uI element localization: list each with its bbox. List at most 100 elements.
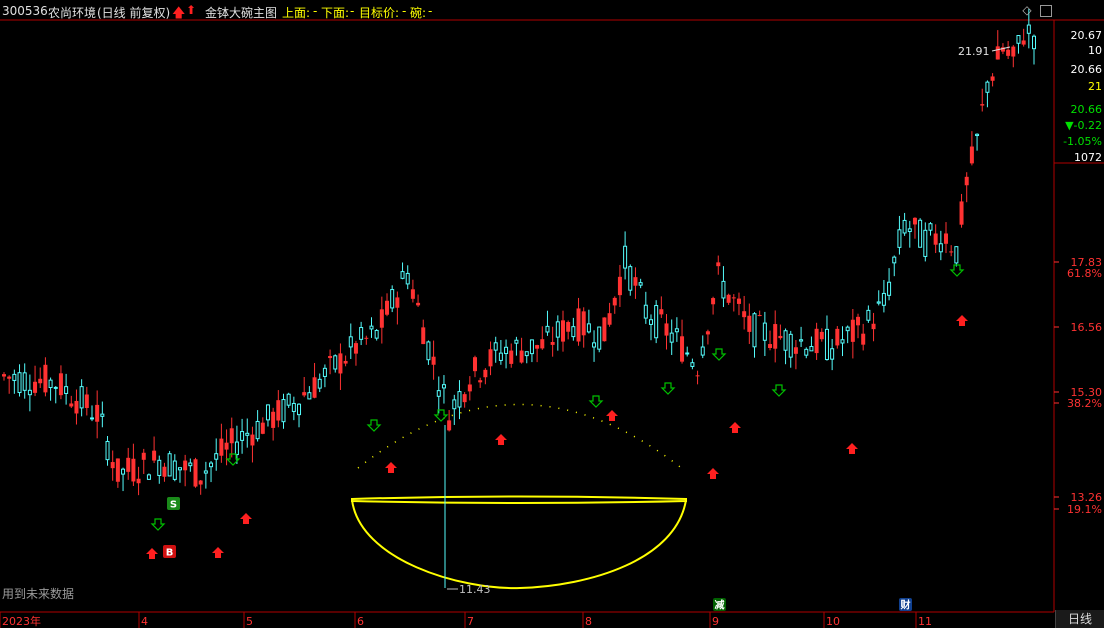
candle-body	[592, 342, 597, 348]
candle-body	[742, 311, 747, 318]
candle-body	[612, 297, 617, 306]
candle-body	[700, 346, 705, 356]
candle-body	[416, 302, 421, 306]
candle-body	[819, 331, 824, 340]
candle-body	[193, 459, 198, 487]
bowl-rim	[351, 495, 687, 504]
price-axis-label: 21	[1088, 80, 1102, 93]
price-axis-label: 20.67	[1071, 29, 1103, 42]
price-axis-label: 1072	[1074, 151, 1102, 164]
time-axis-label: 4	[141, 615, 148, 628]
buy-signal-icon	[846, 443, 858, 454]
candle-body	[912, 217, 917, 225]
candle-body	[229, 428, 234, 444]
candle-body	[757, 315, 762, 317]
candle-body	[623, 245, 628, 269]
candle-body	[302, 392, 307, 396]
candle-body	[395, 297, 400, 308]
buy-signal-icon	[212, 547, 224, 558]
candle-body	[576, 308, 581, 342]
candle-body	[379, 309, 384, 328]
diamond-icon[interactable]: ◇	[1020, 3, 1034, 17]
candle-body	[540, 339, 545, 349]
sell-signal-icon	[771, 384, 787, 397]
candle-body	[307, 392, 312, 400]
candle-body	[53, 386, 58, 389]
candle-body	[426, 341, 431, 361]
candle-body	[607, 313, 612, 325]
candle-body	[271, 411, 276, 428]
candle-body	[27, 389, 32, 396]
candle-body	[198, 480, 203, 485]
candle-body	[959, 201, 964, 225]
time-axis-label: 6	[357, 615, 364, 628]
candle-body	[467, 384, 472, 392]
candle-body	[902, 219, 907, 234]
candle-body	[524, 351, 529, 357]
candle-body	[995, 46, 1000, 60]
candle-body	[441, 384, 446, 389]
candle-body	[224, 442, 229, 450]
time-axis-label: 2023年	[2, 614, 41, 628]
sell-signal-icon	[150, 518, 166, 531]
candle-body	[276, 400, 281, 421]
tab-daily[interactable]: 日线	[1055, 610, 1104, 628]
candle-body	[907, 228, 912, 233]
candle-body	[390, 289, 395, 309]
candle-body	[328, 356, 333, 359]
candle-body	[359, 327, 364, 340]
candle-body	[250, 434, 255, 446]
candle-body	[871, 323, 876, 330]
kline-chart[interactable]: 20.671020.662120.66▼-0.22-1.05%107217.83…	[0, 0, 1104, 628]
candle-body	[721, 280, 726, 299]
upper-value: -	[313, 4, 318, 18]
candle-body	[830, 348, 835, 360]
candle-body	[219, 438, 224, 456]
candle-body	[431, 356, 436, 365]
indicator-name[interactable]: 金钵大碗主图	[205, 4, 277, 21]
candle-body	[736, 298, 741, 304]
candle-body	[705, 331, 710, 335]
candle-body	[680, 336, 685, 362]
candle-body	[918, 219, 923, 248]
candle-body	[519, 350, 524, 363]
candle-body	[105, 440, 110, 461]
candle-body	[89, 417, 94, 420]
price-axis-label: 10	[1088, 44, 1102, 57]
candle-body	[2, 374, 6, 377]
candle-body	[203, 470, 208, 474]
candle-body	[385, 300, 390, 315]
candle-body	[265, 404, 270, 421]
candle-body	[980, 104, 985, 106]
candle-body	[804, 348, 809, 356]
price-axis-label: 38.2%	[1067, 397, 1102, 410]
candle-body	[897, 229, 902, 248]
candle-body	[493, 342, 498, 351]
time-axis-label: 9	[712, 615, 719, 628]
candle-body	[933, 233, 938, 245]
candle-body	[1006, 49, 1011, 56]
time-axis-label: 7	[467, 615, 474, 628]
candle-body	[214, 453, 219, 460]
maximize-icon[interactable]	[1040, 5, 1052, 17]
candle-body	[281, 399, 286, 423]
price-axis-label: 61.8%	[1067, 267, 1102, 280]
signal-markers: S B 减 财	[146, 264, 968, 612]
candle-body	[799, 339, 804, 342]
candle-body	[850, 319, 855, 342]
candle-body	[410, 289, 415, 299]
candle-body	[126, 457, 131, 472]
candle-body	[84, 394, 89, 408]
candle-body	[726, 294, 731, 303]
candle-body	[488, 349, 493, 367]
candle-body	[452, 399, 457, 410]
candle-body	[773, 324, 778, 349]
future-data-note: 用到未来数据	[2, 587, 75, 601]
stock-name: 农尚环境	[48, 6, 97, 20]
target-label: 目标价:	[359, 6, 400, 20]
low-price-label: 11.43	[459, 583, 491, 596]
candle-body	[483, 369, 488, 378]
candle-body	[949, 251, 954, 253]
candle-body	[353, 343, 358, 354]
time-axis-label: 10	[826, 615, 840, 628]
